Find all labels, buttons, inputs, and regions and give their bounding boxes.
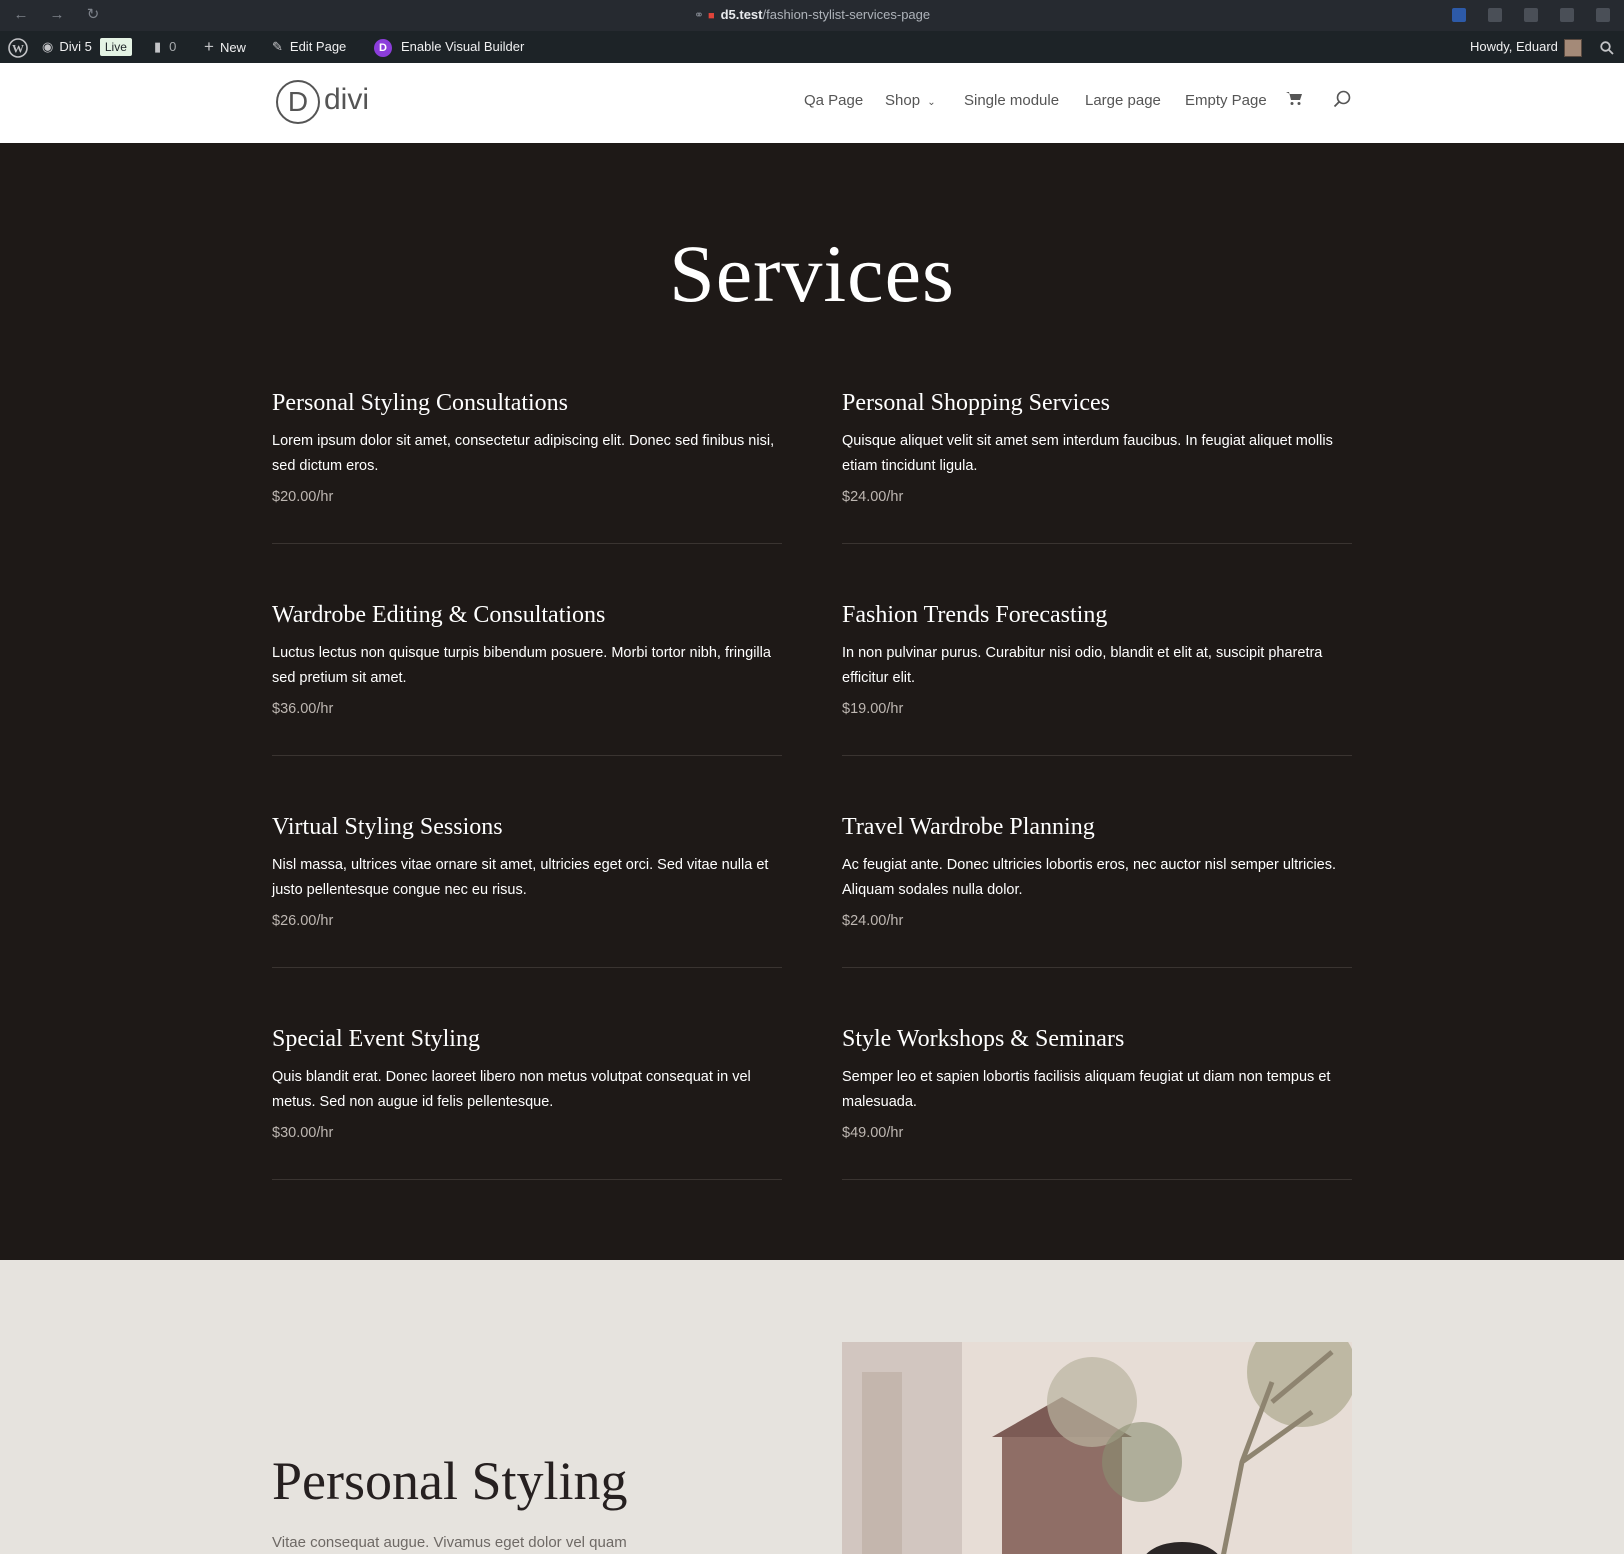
site-name: Divi 5 [59,39,92,54]
section-heading: Personal Styling [272,1451,628,1511]
service-title: Style Workshops & Seminars [842,1026,1125,1052]
enable-visual-builder-link[interactable]: D Enable Visual Builder [374,31,524,63]
nav-item-shop-label: Shop [885,92,921,109]
screenshot-icon[interactable] [1524,8,1538,22]
service-price: $30.00/hr [272,1125,334,1141]
comments-link[interactable]: ▮ 0 [154,31,176,63]
service-description: Nisl massa, ultrices vitae ornare sit am… [272,857,769,898]
nav-item-single-module[interactable]: Single module [964,92,1059,109]
wp-admin-bar: W ◉ Divi 5 Live ▮ 0 + New ✎ Edit Page D Enable… [0,31,1624,63]
service-title: Special Event Styling [272,1026,480,1052]
extension-icon[interactable] [1452,8,1466,22]
service-description: Lorem ipsum dolor sit amet, consectetur … [272,433,775,474]
divider [272,755,782,756]
nav-item-shop[interactable]: Shop ⌄ [885,92,936,109]
lock-icon: ■ [707,10,715,22]
link-icon: ⚭ [693,8,704,22]
service-title: Personal Shopping Services [842,390,1110,416]
visual-builder-label: Enable Visual Builder [401,39,525,54]
service-item: Personal Shopping Services Quisque aliqu… [842,388,1352,544]
address-bar[interactable]: ⚭ ■ d5.test/fashion-stylist-services-page [0,7,1624,22]
wordpress-logo-icon[interactable]: W [8,31,28,63]
logo-mark[interactable]: D [276,80,320,124]
site-name-menu[interactable]: ◉ Divi 5 Live [42,31,132,63]
edit-page-link[interactable]: ✎ Edit Page [272,31,346,63]
plus-icon: + [204,37,214,56]
dashboard-icon: ◉ [42,39,54,54]
section-text: Vitae consequat augue. Vivamus eget dolo… [272,1534,627,1551]
chevron-down-icon: ⌄ [927,97,936,108]
sidebar-icon[interactable] [1596,8,1610,22]
divi-logo-icon: D [374,38,392,57]
service-price: $24.00/hr [842,913,904,929]
avatar [1563,38,1582,57]
site-header: D divi Qa Page Shop ⌄ Single module Larg… [0,63,1624,143]
divider [842,967,1352,968]
account-menu[interactable]: Howdy, Eduard [1470,31,1582,63]
admin-search-icon[interactable] [1600,31,1614,63]
service-item: Personal Styling Consultations Lorem ips… [272,388,782,544]
pencil-icon: ✎ [272,39,283,54]
browser-toolbar: ← → ↻ ⚭ ■ d5.test/fashion-stylist-services… [0,0,1624,31]
svg-text:W: W [12,41,24,55]
divider [272,1179,782,1180]
service-price: $26.00/hr [272,913,334,929]
service-description: Ac feugiat ante. Donec ultricies loborti… [842,857,1337,898]
live-badge: Live [99,38,132,56]
service-price: $20.00/hr [272,489,334,505]
service-item: Wardrobe Editing & Consultations Luctus … [272,600,782,756]
service-item: Virtual Styling Sessions Nisl massa, ult… [272,812,782,968]
comments-count: 0 [169,39,177,54]
service-price: $19.00/hr [842,701,904,717]
service-item: Travel Wardrobe Planning Ac feugiat ante… [842,812,1352,968]
divider [842,755,1352,756]
service-title: Wardrobe Editing & Consultations [272,602,606,628]
service-description: Luctus lectus non quisque turpis bibendu… [272,645,771,686]
service-title: Fashion Trends Forecasting [842,602,1108,628]
nav-item-empty-page[interactable]: Empty Page [1185,92,1267,109]
howdy-label: Howdy, Eduard [1470,39,1558,54]
divider [842,1179,1352,1180]
search-icon[interactable] [1333,90,1351,113]
edit-page-label: Edit Page [289,39,347,54]
service-price: $49.00/hr [842,1125,904,1141]
services-heading: Services [669,228,955,319]
stylist-photo [842,1342,1352,1554]
service-item: Fashion Trends Forecasting In non pulvin… [842,600,1352,756]
comment-icon: ▮ [154,39,162,54]
service-title: Virtual Styling Sessions [272,814,503,840]
extension-icon[interactable] [1488,8,1502,22]
logo-text[interactable]: divi [324,80,369,120]
service-title: Travel Wardrobe Planning [842,814,1095,840]
divider [842,543,1352,544]
service-description: Semper leo et sapien lobortis facilisis … [842,1069,1331,1110]
service-description: Quisque aliquet velit sit amet sem inter… [842,433,1333,474]
service-price: $24.00/hr [842,489,904,505]
cart-icon[interactable] [1285,90,1303,111]
nav-item-large-page[interactable]: Large page [1085,92,1161,109]
nav-item-qa-page[interactable]: Qa Page [804,92,863,109]
service-description: Quis blandit erat. Donec laoreet libero … [272,1069,751,1110]
reader-icon[interactable] [1560,8,1574,22]
services-section: Services Personal Styling Consultations … [0,143,1624,1260]
divider [272,967,782,968]
service-item: Style Workshops & Seminars Semper leo et… [842,1024,1352,1180]
new-label: New [219,40,246,55]
personal-styling-section: Personal Styling Vitae consequat augue. … [0,1260,1624,1554]
service-title: Personal Styling Consultations [272,390,569,416]
url-host: d5.test [720,7,763,22]
service-price: $36.00/hr [272,701,334,717]
service-description: In non pulvinar purus. Curabitur nisi od… [842,645,1323,686]
new-content-menu[interactable]: + New [204,31,246,63]
divider [272,543,782,544]
service-item: Special Event Styling Quis blandit erat.… [272,1024,782,1180]
url-path: /fashion-stylist-services-page [762,7,931,22]
